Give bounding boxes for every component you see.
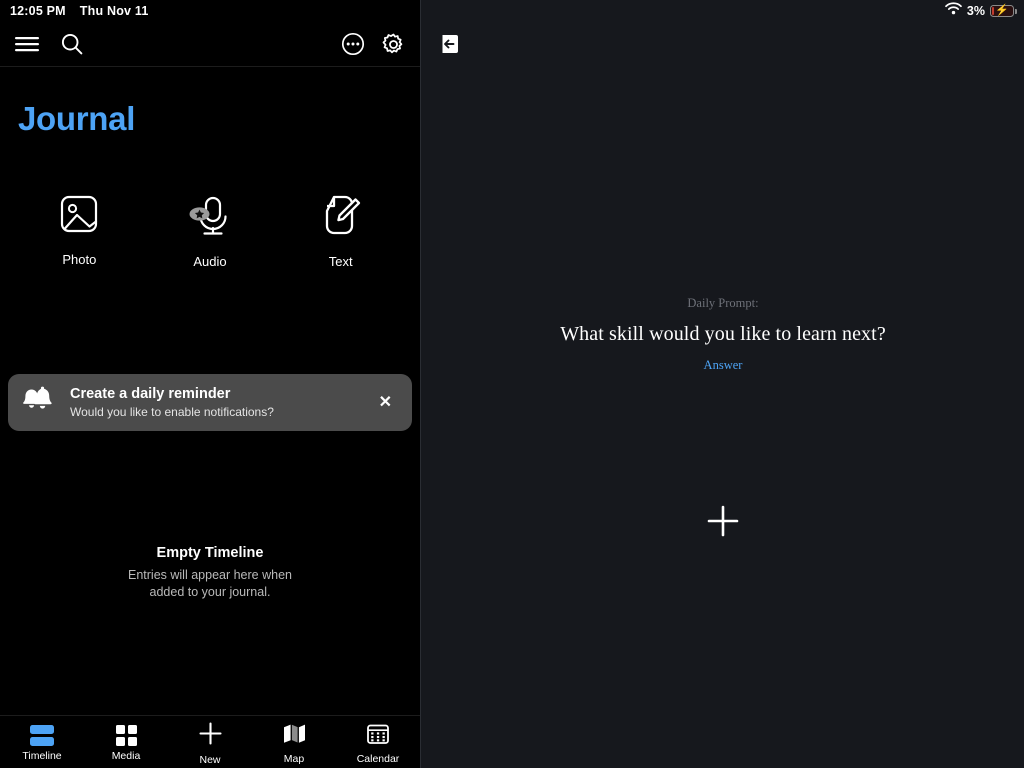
answer-link[interactable]: Answer — [421, 358, 1024, 373]
daily-prompt-block: Daily Prompt: What skill would you like … — [421, 296, 1024, 373]
quick-action-row: Photo Audio Text — [0, 192, 420, 269]
photo-icon — [57, 192, 101, 241]
tab-map[interactable]: Map — [252, 720, 336, 765]
microphone-icon — [187, 192, 233, 243]
hamburger-menu-icon[interactable] — [14, 35, 40, 53]
tab-media[interactable]: Media — [84, 722, 168, 762]
document-pencil-icon — [318, 192, 364, 243]
tab-label: Media — [111, 750, 141, 762]
quick-action-label: Audio — [193, 254, 227, 269]
quick-action-photo[interactable]: Photo — [29, 192, 129, 269]
plus-icon — [707, 505, 738, 537]
sidebar-toolbar — [0, 22, 420, 66]
plus-icon — [198, 721, 222, 750]
banner-subtitle: Would you like to enable notifications? — [70, 404, 274, 419]
app-screen: Journal Photo Audio Text Create a daily … — [0, 0, 1024, 768]
quick-action-label: Photo — [62, 252, 97, 267]
tab-label: Calendar — [356, 752, 400, 765]
more-options-icon[interactable] — [341, 32, 365, 56]
grid-icon — [115, 725, 137, 746]
search-icon[interactable] — [60, 32, 84, 56]
page-title: Journal — [18, 100, 136, 137]
tab-label: Timeline — [22, 749, 62, 762]
tab-timeline[interactable]: Timeline — [0, 722, 84, 762]
empty-state-line2: added to your journal. — [149, 584, 271, 599]
sidebar-content: Journal Photo Audio Text Create a daily … — [0, 67, 420, 715]
bottom-tab-bar: Timeline Media New Map Calendar — [0, 715, 420, 768]
empty-state-description: Entries will appear here when added to y… — [0, 567, 420, 601]
collapse-sidebar-icon[interactable] — [439, 33, 461, 55]
banner-title: Create a daily reminder — [70, 385, 231, 402]
quick-action-audio[interactable]: Audio — [160, 192, 260, 269]
toolbar-left-group — [14, 32, 84, 56]
empty-state-line1: Entries will appear here when — [128, 568, 292, 582]
banner-text-group: Create a daily reminder Would you like t… — [70, 385, 373, 420]
daily-prompt-label: Daily Prompt: — [687, 296, 759, 310]
empty-state-title: Empty Timeline — [156, 545, 264, 561]
add-entry-button[interactable] — [706, 504, 740, 538]
bell-icon — [22, 386, 56, 419]
daily-prompt-question: What skill would you like to learn next? — [560, 323, 886, 345]
map-icon — [283, 723, 306, 749]
calendar-icon — [367, 723, 389, 749]
toolbar-right-group — [341, 32, 406, 57]
gear-icon[interactable] — [381, 32, 406, 57]
close-icon[interactable]: ✕ — [373, 391, 398, 415]
empty-timeline-state: Empty Timeline Entries will appear here … — [0, 545, 420, 601]
tab-new[interactable]: New — [168, 719, 252, 766]
detail-toolbar — [421, 22, 461, 66]
journal-sidebar-panel: Journal Photo Audio Text Create a daily … — [0, 0, 420, 768]
timeline-icon — [30, 725, 54, 746]
quick-action-text[interactable]: Text — [291, 192, 391, 269]
daily-prompt-panel: Daily Prompt: What skill would you like … — [420, 0, 1024, 768]
tab-label: Map — [283, 752, 305, 765]
tab-calendar[interactable]: Calendar — [336, 720, 420, 765]
notification-banner[interactable]: Create a daily reminder Would you like t… — [8, 374, 412, 431]
tab-label: New — [199, 753, 221, 766]
quick-action-label: Text — [328, 254, 353, 269]
